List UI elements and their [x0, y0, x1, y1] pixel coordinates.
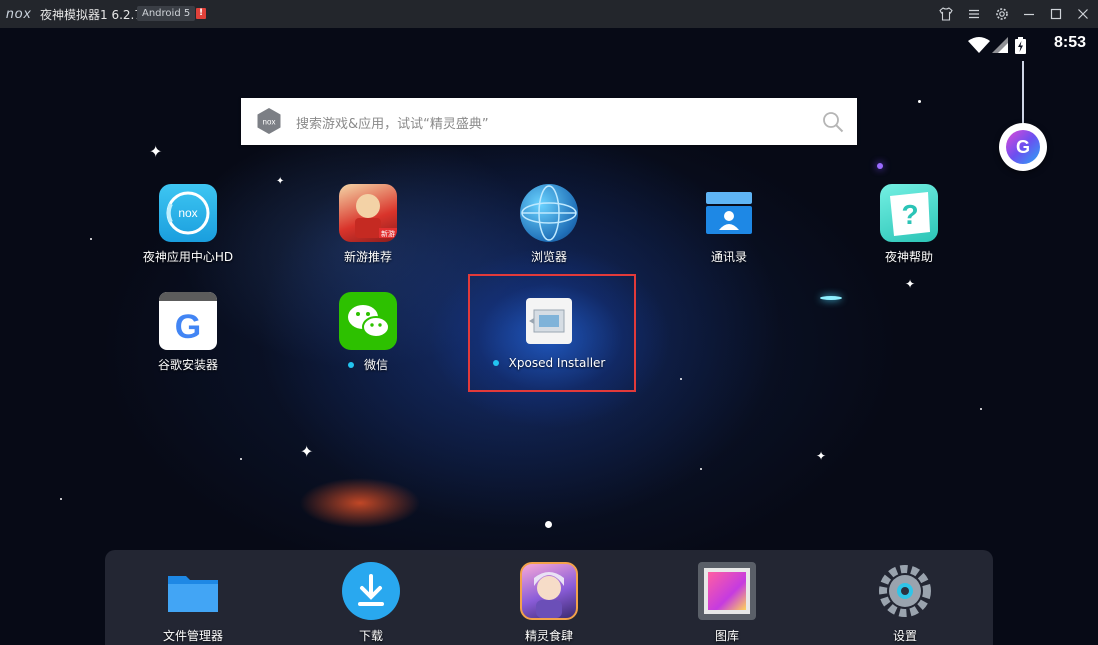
contacts-icon	[700, 184, 758, 242]
app-nox-app-center[interactable]: nox 夜神应用中心HD	[128, 184, 248, 265]
star	[700, 468, 702, 470]
star	[240, 458, 242, 460]
app-browser[interactable]: 浏览器	[489, 184, 609, 265]
battery-charging-icon	[1015, 37, 1026, 54]
wifi-icon	[968, 37, 990, 53]
alert-badge[interactable]: !	[196, 8, 206, 19]
search-icon[interactable]	[821, 110, 845, 134]
minimize-icon[interactable]	[1019, 4, 1039, 24]
star-sparkle: ✦	[905, 277, 916, 291]
dock-label: 图库	[714, 629, 739, 643]
app-label: 微信	[308, 356, 428, 373]
new-games-icon: 新游	[339, 184, 397, 242]
wechat-icon	[339, 292, 397, 350]
maximize-icon[interactable]	[1046, 4, 1066, 24]
star	[820, 296, 842, 300]
clock: 8:53	[1053, 34, 1086, 51]
star-sparkle: ✦	[816, 449, 827, 463]
svg-text:G: G	[175, 308, 201, 346]
nox-hexagon-icon: nox	[257, 108, 281, 134]
cellular-signal-icon	[992, 37, 1008, 53]
dock: 文件管理器 下载 精灵食肆 图库 设置	[105, 550, 993, 645]
settings-icon[interactable]	[992, 4, 1012, 24]
dock-download[interactable]: 下载	[311, 562, 431, 644]
android-home-screen[interactable]: ✦ ✦ ✦ ✦ ✦ 8:53 G nox 搜索游戏&应用，试试“精灵盛典” no	[0, 28, 1098, 645]
dock-label: 下载	[358, 629, 383, 643]
star-sparkle: ✦	[276, 176, 285, 187]
app-label: 新游推荐	[343, 250, 392, 264]
android-version-badge: Android 5	[137, 6, 196, 21]
app-label: 通讯录	[710, 250, 747, 264]
star	[918, 100, 921, 103]
star	[680, 378, 682, 380]
app-wechat[interactable]: 微信	[308, 292, 428, 373]
svg-text:?: ?	[901, 199, 918, 230]
gallery-icon	[698, 562, 756, 620]
star-sparkle: ✦	[149, 142, 163, 161]
dock-file-manager[interactable]: 文件管理器	[133, 562, 253, 644]
app-google-installer[interactable]: G 谷歌安装器	[128, 292, 248, 373]
g-logo-icon: G	[1006, 130, 1040, 164]
dock-gallery[interactable]: 图库	[667, 562, 787, 644]
selection-highlight-box	[468, 274, 636, 392]
dock-label: 文件管理器	[162, 629, 223, 643]
dock-label: 设置	[892, 629, 917, 643]
search-bar[interactable]: nox 搜索游戏&应用，试试“精灵盛典”	[241, 98, 857, 145]
folder-icon	[164, 562, 222, 620]
star	[90, 238, 92, 240]
star-sparkle: ✦	[300, 442, 314, 461]
app-contacts[interactable]: 通讯录	[669, 184, 789, 265]
app-new-games[interactable]: 新游 新游推荐	[308, 184, 428, 265]
dock-settings[interactable]: 设置	[845, 562, 965, 644]
star	[60, 498, 62, 500]
game-character-icon	[520, 562, 578, 620]
app-label: 夜神帮助	[884, 250, 933, 264]
floating-button-tether	[1022, 61, 1024, 124]
dock-spirit-eatery[interactable]: 精灵食肆	[489, 562, 609, 644]
app-label: 浏览器	[530, 250, 567, 264]
search-placeholder: 搜索游戏&应用，试试“精灵盛典”	[296, 117, 489, 132]
floating-g-button[interactable]: G	[999, 123, 1047, 171]
skin-shirt-icon[interactable]	[936, 4, 956, 24]
emulator-title-bar: nox 夜神模拟器1 6.2.7.0 Android 5 !	[0, 0, 1098, 28]
new-notification-dot	[347, 361, 354, 368]
app-nox-help[interactable]: ? 夜神帮助	[849, 184, 969, 265]
download-icon	[342, 562, 400, 620]
star	[877, 163, 883, 169]
nox-logo: nox	[6, 5, 32, 21]
page-indicator[interactable]	[545, 521, 552, 528]
dock-label: 精灵食肆	[524, 629, 573, 643]
settings-gear-icon	[876, 562, 934, 620]
browser-globe-icon	[520, 184, 578, 242]
app-label-text: 微信	[363, 358, 388, 372]
menu-icon[interactable]	[964, 4, 984, 24]
app-label: 谷歌安装器	[157, 358, 218, 372]
svg-text:nox: nox	[178, 206, 197, 220]
close-icon[interactable]	[1073, 4, 1093, 24]
status-bar: 8:53	[966, 34, 1086, 56]
google-installer-icon: G	[159, 292, 217, 350]
svg-text:nox: nox	[263, 118, 276, 127]
star	[980, 408, 982, 410]
nox-app-center-icon: nox	[159, 184, 217, 242]
help-icon: ?	[880, 184, 938, 242]
svg-text:新游: 新游	[381, 229, 395, 238]
app-label: 夜神应用中心HD	[142, 250, 234, 264]
